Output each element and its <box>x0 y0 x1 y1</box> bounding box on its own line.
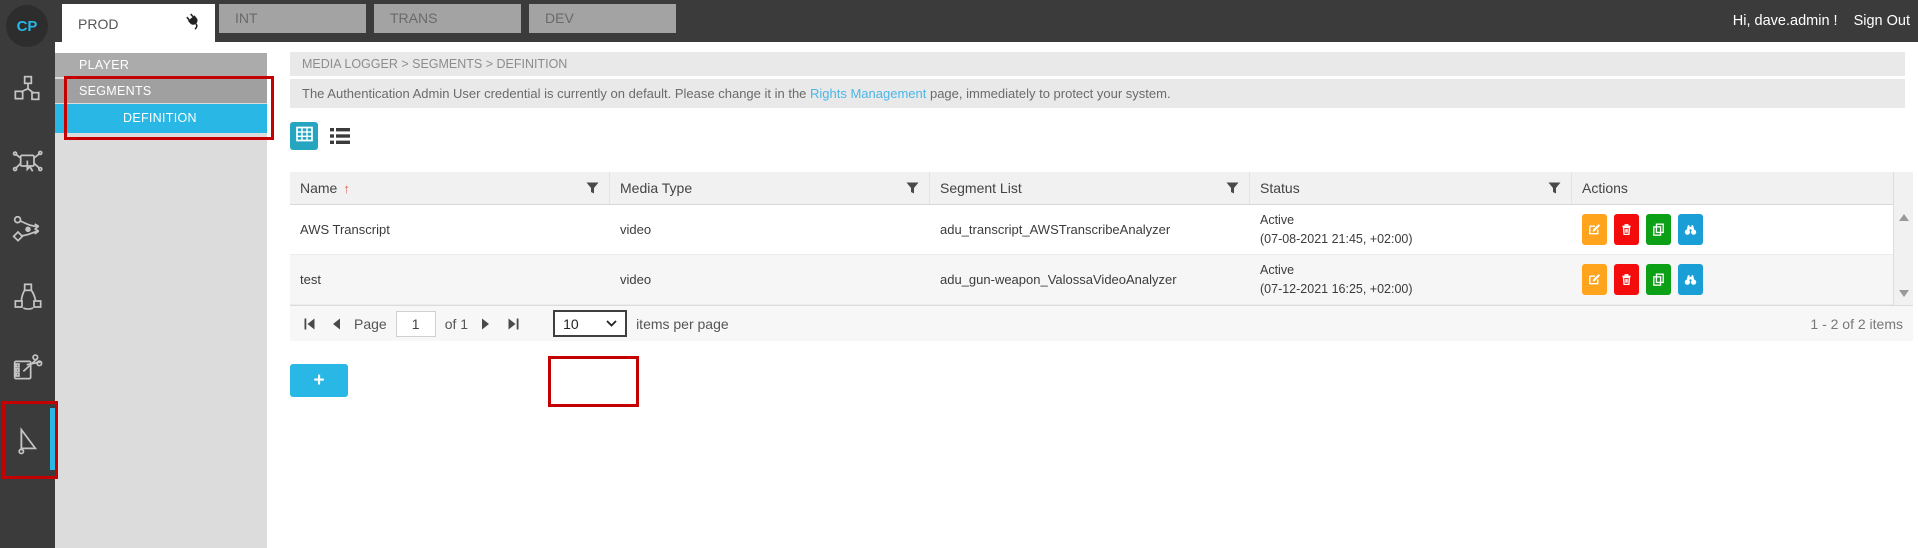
column-label: Segment List <box>940 180 1022 196</box>
view-button[interactable] <box>1678 214 1703 245</box>
items-range-label: 1 - 2 of 2 items <box>1810 316 1903 332</box>
breadcrumb: MEDIA LOGGER > SEGMENTS > DEFINITION <box>290 52 1905 76</box>
column-header-name[interactable]: Name ↑ <box>290 172 610 204</box>
distribution-icon[interactable] <box>11 73 45 107</box>
scroll-up-icon[interactable] <box>1899 214 1909 221</box>
table-header: Name ↑ Media Type Segment List Status <box>290 172 1893 205</box>
filter-icon[interactable] <box>906 182 919 194</box>
tab-prod-label: PROD <box>78 10 118 39</box>
sign-out-link[interactable]: Sign Out <box>1854 13 1910 29</box>
user-area: Hi, dave.admin ! Sign Out <box>1733 0 1910 42</box>
filter-icon[interactable] <box>1548 182 1561 194</box>
media-logger-icon[interactable] <box>11 424 45 458</box>
table-row[interactable]: AWS Transcript video adu_transcript_AWST… <box>290 205 1893 255</box>
scroll-down-icon[interactable] <box>1899 290 1909 297</box>
tab-dev[interactable]: DEV <box>529 4 676 33</box>
column-label: Name <box>300 180 337 196</box>
items-per-page-label: items per page <box>636 316 729 332</box>
column-label: Status <box>1260 180 1300 196</box>
edit-button[interactable] <box>1582 264 1607 295</box>
tab-int[interactable]: INT <box>219 4 366 33</box>
plug-icon <box>185 11 203 40</box>
next-page-button[interactable] <box>477 315 495 333</box>
pagination-bar: Page of 1 10 items per page 1 - 2 of 2 i… <box>290 305 1913 341</box>
page-size-select[interactable]: 10 <box>553 310 627 337</box>
rights-management-link[interactable]: Rights Management <box>810 86 926 101</box>
active-section-accent <box>50 408 57 470</box>
list-view-button[interactable] <box>329 126 351 146</box>
view-button[interactable] <box>1678 264 1703 295</box>
cell-name: test <box>290 255 610 304</box>
cell-segment-list: adu_gun-weapon_ValossaVideoAnalyzer <box>930 255 1250 304</box>
app-logo[interactable]: CP <box>6 5 48 47</box>
add-segment-button[interactable]: + <box>290 364 348 397</box>
column-header-segment-list[interactable]: Segment List <box>930 172 1250 204</box>
filter-icon[interactable] <box>586 182 599 194</box>
last-page-button[interactable] <box>504 315 522 333</box>
delete-button[interactable] <box>1614 214 1639 245</box>
status-text: Active <box>1260 211 1294 229</box>
cell-segment-list: adu_transcript_AWSTranscribeAnalyzer <box>930 205 1250 254</box>
chevron-down-icon <box>606 320 617 327</box>
table-row[interactable]: test video adu_gun-weapon_ValossaVideoAn… <box>290 255 1893 305</box>
previous-page-button[interactable] <box>327 315 345 333</box>
column-header-status[interactable]: Status <box>1250 172 1572 204</box>
grid-view-button[interactable] <box>290 122 318 150</box>
cell-status: Active (07-12-2021 16:25, +02:00) <box>1250 255 1572 304</box>
cell-actions <box>1572 205 1893 254</box>
page-number-input[interactable] <box>396 311 436 337</box>
cell-name: AWS Transcript <box>290 205 610 254</box>
list-view-icon <box>329 133 351 150</box>
credential-warning: The Authentication Admin User credential… <box>290 79 1905 108</box>
edit-button[interactable] <box>1582 214 1607 245</box>
status-date: (07-08-2021 21:45, +02:00) <box>1260 230 1413 248</box>
page-size-value: 10 <box>563 316 579 332</box>
segments-table: Name ↑ Media Type Segment List Status <box>290 172 1913 305</box>
table-scrollbar[interactable] <box>1893 172 1913 305</box>
main-content: MEDIA LOGGER > SEGMENTS > DEFINITION The… <box>267 42 1918 548</box>
user-greeting: Hi, dave.admin ! <box>1733 13 1838 29</box>
process-cycle-icon[interactable] <box>11 280 45 314</box>
column-label: Actions <box>1582 180 1628 196</box>
column-header-actions: Actions <box>1572 172 1893 204</box>
ingest-touch-icon[interactable] <box>11 145 45 179</box>
warning-text-after: page, immediately to protect your system… <box>926 86 1170 101</box>
sidebar-item-definition[interactable]: DEFINITION <box>55 104 267 133</box>
cell-status: Active (07-08-2021 21:45, +02:00) <box>1250 205 1572 254</box>
duplicate-button[interactable] <box>1646 214 1671 245</box>
column-label: Media Type <box>620 180 692 196</box>
column-header-media-type[interactable]: Media Type <box>610 172 930 204</box>
filter-icon[interactable] <box>1226 182 1239 194</box>
page-of-label: of 1 <box>445 316 468 332</box>
cell-actions <box>1572 255 1893 304</box>
tab-prod[interactable]: PROD <box>62 4 215 43</box>
tab-trans[interactable]: TRANS <box>374 4 521 33</box>
warning-text-before: The Authentication Admin User credential… <box>302 86 810 101</box>
workflow-icon[interactable] <box>11 212 45 246</box>
first-page-button[interactable] <box>300 315 318 333</box>
media-clip-icon[interactable] <box>11 351 45 385</box>
sidebar-item-segments[interactable]: SEGMENTS <box>55 79 267 103</box>
status-text: Active <box>1260 261 1294 279</box>
sidebar: PLAYER SEGMENTS DEFINITION <box>55 53 267 548</box>
status-date: (07-12-2021 16:25, +02:00) <box>1260 280 1413 298</box>
annotation-rect-add-button <box>548 356 639 407</box>
duplicate-button[interactable] <box>1646 264 1671 295</box>
grid-view-icon <box>296 126 313 147</box>
page-label: Page <box>354 316 387 332</box>
sort-asc-icon: ↑ <box>343 181 350 196</box>
sidebar-item-player[interactable]: PLAYER <box>55 53 267 77</box>
delete-button[interactable] <box>1614 264 1639 295</box>
cell-media-type: video <box>610 255 930 304</box>
cell-media-type: video <box>610 205 930 254</box>
